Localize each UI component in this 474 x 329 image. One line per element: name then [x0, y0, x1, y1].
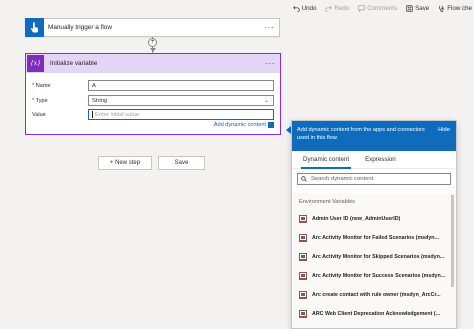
list-item[interactable]: Arc Activity Monitor for Success Scenari…: [292, 266, 456, 285]
variable-card-title: Initialize variable: [50, 60, 98, 67]
name-input[interactable]: A: [88, 80, 274, 91]
search-input[interactable]: Search dynamic content: [297, 173, 451, 185]
scrollbar[interactable]: [451, 195, 454, 287]
stethoscope-icon: [439, 5, 445, 12]
comment-icon: [358, 4, 365, 12]
save-button-label: Save: [174, 160, 189, 166]
new-step-button[interactable]: + New step: [98, 156, 152, 170]
dynamic-panel-header: Add dynamic content from the apps and co…: [292, 121, 456, 151]
trigger-card[interactable]: Manually trigger a flow ···: [25, 18, 280, 37]
dynamic-content-icon: [268, 122, 274, 128]
variable-icon-text: {x}: [29, 60, 42, 67]
hide-link[interactable]: Hide: [438, 127, 450, 135]
environment-variable-icon: [299, 252, 307, 261]
environment-variable-icon: [299, 290, 307, 299]
trigger-more-menu[interactable]: ···: [265, 23, 275, 32]
type-select[interactable]: String ⌄: [88, 95, 274, 106]
tab-dynamic-content[interactable]: Dynamic content: [297, 151, 355, 169]
comments-button[interactable]: Comments: [358, 5, 397, 12]
search-placeholder: Search dynamic content: [311, 176, 374, 182]
section-title: Environment Variables: [299, 199, 355, 205]
save-button[interactable]: Save: [158, 156, 205, 170]
value-row: Value Enter initial value: [32, 109, 274, 120]
name-label: * Name: [32, 82, 51, 89]
dynamic-panel-description: Add dynamic content from the apps and co…: [297, 127, 425, 141]
environment-variable-icon: [299, 271, 307, 280]
insert-step-button[interactable]: +: [148, 38, 157, 47]
list-item[interactable]: ARC Web Client Deprecation Acknowledgeme…: [292, 304, 456, 323]
type-value: String: [92, 97, 108, 104]
redo-label: Redo: [334, 4, 350, 12]
add-dynamic-content-label: Add dynamic content: [213, 122, 266, 128]
save-icon: [406, 4, 413, 12]
name-value: A: [92, 82, 96, 89]
command-bar: Undo Redo Comments Save Flow che: [292, 2, 474, 14]
flow-checker-label: Flow che: [447, 4, 472, 12]
environment-variable-icon: [299, 214, 307, 223]
add-dynamic-content-link[interactable]: Add dynamic content: [214, 122, 274, 128]
dynamic-panel-tabs: Dynamic content Expression: [292, 151, 456, 169]
environment-variable-icon: [299, 233, 307, 242]
flow-checker-button[interactable]: Flow che: [438, 5, 472, 12]
plus-icon: +: [150, 38, 155, 46]
dynamic-content-panel: Add dynamic content from the apps and co…: [291, 120, 457, 329]
search-icon: [301, 176, 307, 182]
new-step-label: + New step: [109, 160, 141, 166]
dynamic-content-list: Environment Variables Admin User ID (new…: [292, 193, 456, 328]
list-item[interactable]: Arc Activity Monitor for Failed Scenario…: [292, 228, 456, 247]
list-item[interactable]: Arc create contact with rule owner (msdy…: [292, 285, 456, 304]
save-toolbar-button[interactable]: Save: [406, 5, 429, 12]
redo-button[interactable]: Redo: [325, 5, 349, 12]
redo-icon: [325, 5, 333, 12]
type-row: * Type String ⌄: [32, 95, 274, 106]
variable-icon: {x}: [27, 55, 44, 72]
tab-expression[interactable]: Expression: [359, 151, 402, 168]
connector-arrow: [149, 48, 156, 52]
value-placeholder: Enter initial value: [95, 111, 140, 118]
undo-button[interactable]: Undo: [292, 4, 317, 12]
value-label: Value: [32, 111, 46, 118]
value-input[interactable]: Enter initial value: [88, 109, 274, 120]
list-item[interactable]: Arc Activity Monitor for Skipped Scenari…: [292, 247, 456, 266]
name-row: * Name A: [32, 80, 274, 91]
save-label: Save: [415, 4, 430, 12]
type-label: * Type: [32, 97, 48, 104]
text-cursor: [92, 111, 93, 118]
list-item[interactable]: Admin User ID (new_AdminUserID): [292, 209, 456, 228]
undo-icon: [292, 5, 300, 12]
trigger-title: Manually trigger a flow: [48, 24, 112, 31]
hand-pointer-icon: [25, 18, 44, 37]
variable-more-menu[interactable]: ···: [266, 59, 276, 68]
variable-card-header[interactable]: {x} Initialize variable ···: [26, 54, 280, 73]
initialize-variable-card: {x} Initialize variable ··· * Name A * T…: [25, 53, 281, 135]
search-wrapper: Search dynamic content: [292, 169, 456, 189]
environment-variable-icon: [299, 309, 307, 318]
chevron-down-icon: ⌄: [263, 98, 269, 104]
undo-label: Undo: [301, 4, 317, 12]
comments-label: Comments: [367, 4, 398, 12]
